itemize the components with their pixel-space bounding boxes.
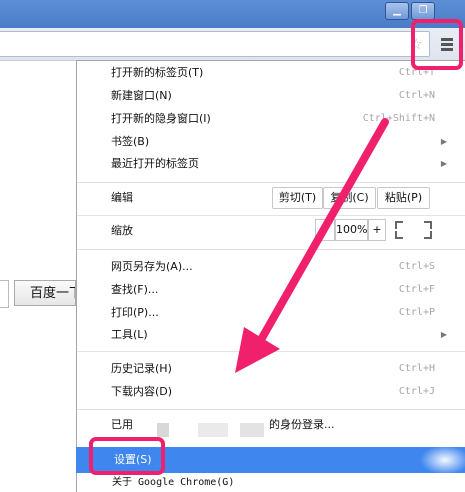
annotation-arrow: [235, 118, 389, 373]
